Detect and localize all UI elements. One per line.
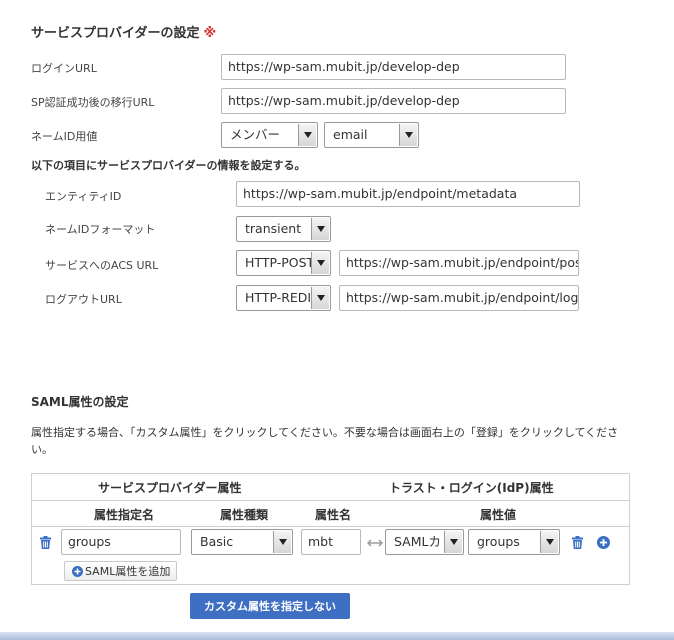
acs-url-input[interactable]: https://wp-sam.mubit.jp/endpoint/postR (339, 250, 579, 276)
add-saml-attr-button[interactable]: SAML属性を追加 (64, 561, 178, 581)
redirect-url-label: SP認証成功後の移行URL (31, 96, 155, 109)
group-header-sp: サービスプロバイダー属性 (98, 481, 242, 495)
col-header-attr-value: 属性値 (480, 508, 517, 522)
acs-url-label: サービスへのACS URL (45, 259, 159, 272)
logout-binding-select[interactable]: HTTP-REDI (236, 285, 331, 311)
attr-name-input[interactable]: mbt (301, 529, 361, 555)
chevron-down-icon (273, 531, 291, 553)
name-id-source-select[interactable]: メンバー (221, 122, 318, 148)
attr-type-value: Basic (200, 534, 234, 549)
login-url-input[interactable]: https://wp-sam.mubit.jp/develop-dep (221, 54, 566, 80)
required-mark: ※ (203, 26, 217, 41)
entity-id-label: エンティティID (45, 190, 122, 203)
redirect-url-input[interactable]: https://wp-sam.mubit.jp/develop-dep (221, 88, 566, 114)
attr-name-spec-input[interactable]: groups (61, 529, 181, 555)
attr-value-source-value: SAMLカ (394, 534, 441, 549)
chevron-down-icon (540, 531, 558, 553)
sp-settings-title-text: サービスプロバイダーの設定 (31, 26, 200, 41)
acs-binding-value: HTTP-POST (245, 255, 315, 270)
add-saml-attr-label: SAML属性を追加 (85, 565, 171, 578)
logout-binding-value: HTTP-REDI (245, 290, 312, 305)
plus-circle-icon[interactable] (595, 534, 611, 550)
table-divider (32, 500, 629, 501)
col-header-attr-type: 属性種類 (220, 508, 269, 522)
acs-binding-select[interactable]: HTTP-POST (236, 250, 331, 276)
saml-attrs-note: 属性指定する場合、「カスタム属性」をクリックしてください。不要な場合は画面右上の… (31, 426, 619, 456)
chevron-down-icon (399, 124, 417, 146)
col-header-attr-name: 属性名 (315, 508, 352, 522)
group-header-idp: トラスト・ログイン(IdP)属性 (389, 481, 554, 495)
mapping-arrow-icon (366, 535, 384, 549)
logout-url-input[interactable]: https://wp-sam.mubit.jp/endpoint/logou (339, 285, 579, 311)
attr-value-source-select[interactable]: SAMLカ (385, 529, 464, 555)
chevron-down-icon (311, 252, 329, 274)
entity-id-input[interactable]: https://wp-sam.mubit.jp/endpoint/metadat… (236, 181, 580, 207)
col-header-attr-name-spec: 属性指定名 (94, 508, 155, 522)
chevron-down-icon (311, 287, 329, 309)
trash-icon[interactable] (569, 534, 585, 550)
table-divider (32, 526, 629, 527)
name-id-format-value: transient (245, 221, 302, 236)
attr-value-value: groups (477, 534, 520, 549)
sp-settings-title: サービスプロバイダーの設定 ※ (31, 22, 216, 41)
chevron-down-icon (298, 124, 316, 146)
chevron-down-icon (444, 531, 462, 553)
plus-circle-icon (71, 565, 83, 577)
saml-attrs-title: SAML属性の設定 (31, 395, 129, 409)
bottom-bar (0, 632, 674, 640)
chevron-down-icon (311, 218, 329, 240)
sp-info-note: 以下の項目にサービスプロバイダーの情報を設定する。 (31, 159, 306, 172)
name-id-format-select[interactable]: transient (236, 216, 331, 242)
attr-type-select[interactable]: Basic (191, 529, 293, 555)
name-id-format-label: ネームIDフォーマット (45, 223, 156, 236)
name-id-source-value: メンバー (230, 127, 281, 142)
name-id-label: ネームID用値 (31, 130, 98, 143)
name-id-field-value: email (333, 127, 368, 142)
trash-icon[interactable] (37, 534, 53, 550)
attr-value-select[interactable]: groups (468, 529, 560, 555)
name-id-field-select[interactable]: email (324, 122, 419, 148)
login-url-label: ログインURL (31, 62, 97, 75)
no-custom-attr-button[interactable]: カスタム属性を指定しない (190, 593, 350, 619)
logout-url-label: ログアウトURL (45, 293, 122, 306)
